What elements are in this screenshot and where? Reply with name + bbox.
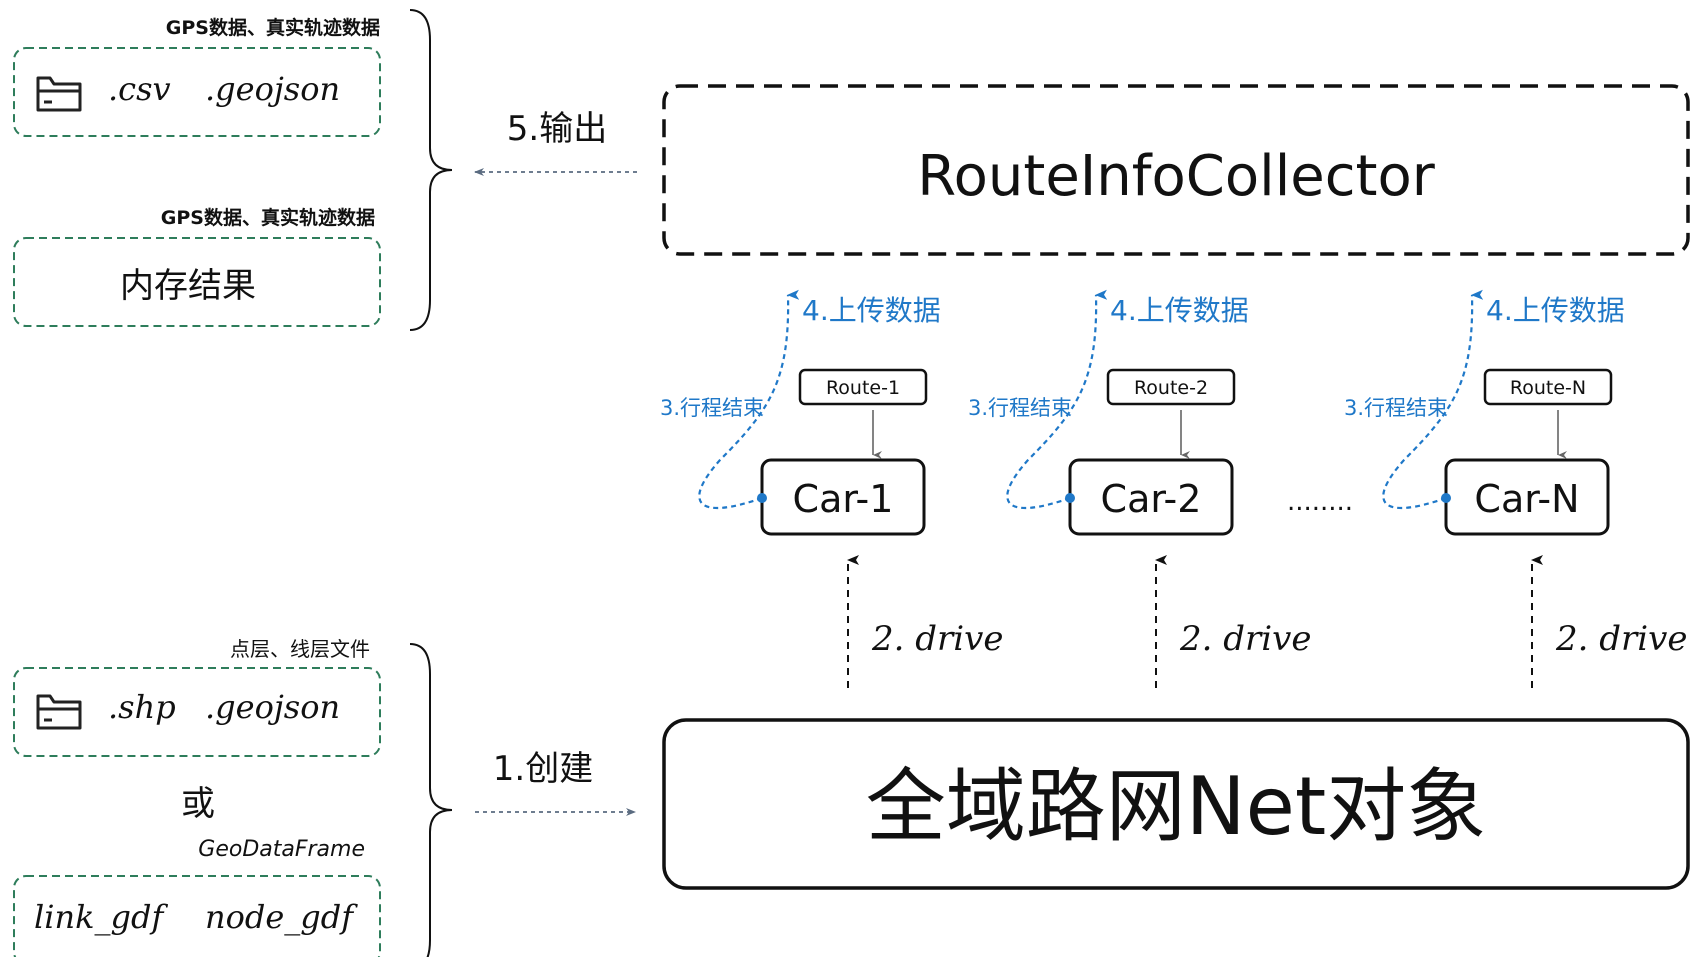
- node-gdf: node_gdf: [205, 898, 358, 936]
- memory-result-label: 内存结果: [120, 266, 256, 306]
- car-label: Car-1: [793, 477, 894, 521]
- route-label: Route-N: [1510, 377, 1586, 399]
- upload-label: 4.上传数据: [802, 294, 941, 327]
- trip-end-label: 3.行程结束: [660, 396, 764, 420]
- create-label: 1.创建: [493, 749, 593, 789]
- brace-top: [409, 9, 453, 331]
- net-title: 全域路网Net对象: [866, 760, 1486, 853]
- car-group-1: Car-1 Route-1 3.行程结束 4.上传数据 2. drive: [660, 289, 1003, 688]
- drive-label: 2. drive: [1179, 619, 1311, 659]
- or-label: 或: [181, 784, 215, 824]
- trip-dot: [1065, 493, 1075, 503]
- route-label: Route-2: [1134, 377, 1208, 399]
- drive-label: 2. drive: [871, 619, 1003, 659]
- gdf-caption: GeoDataFrame: [198, 837, 365, 862]
- brace-bottom: [409, 643, 453, 957]
- car-label: Car-2: [1101, 477, 1202, 521]
- output-label: 5.输出: [507, 109, 607, 149]
- trip-end-label: 3.行程结束: [1344, 396, 1448, 420]
- route-label: Route-1: [826, 377, 900, 399]
- bottom-caption: 点层、线层文件: [230, 637, 370, 661]
- ext-csv: .csv: [108, 70, 171, 108]
- folder-icon: [36, 694, 82, 730]
- diagram-canvas: GPS数据、真实轨迹数据 .csv .geojson GPS数据、真实轨迹数据 …: [13, 9, 1690, 957]
- mid-caption: GPS数据、真实轨迹数据: [161, 206, 375, 229]
- top-caption: GPS数据、真实轨迹数据: [166, 16, 380, 39]
- trip-end-label: 3.行程结束: [968, 396, 1072, 420]
- trip-dot: [757, 493, 767, 503]
- upload-label: 4.上传数据: [1486, 294, 1625, 327]
- folder-icon: [36, 76, 82, 112]
- car-group-2: Car-2 Route-2 3.行程结束 4.上传数据 2. drive: [968, 289, 1311, 688]
- ellipsis: ........: [1287, 487, 1353, 517]
- car-group-n: Car-N Route-N 3.行程结束 4.上传数据 2. drive: [1344, 289, 1687, 688]
- trip-dot: [1441, 493, 1451, 503]
- ext-shp: .shp: [108, 688, 176, 726]
- link-gdf: link_gdf: [34, 898, 168, 936]
- ext-geojson-bottom: .geojson: [205, 688, 340, 726]
- ext-geojson-top: .geojson: [205, 70, 340, 108]
- drive-label: 2. drive: [1555, 619, 1687, 659]
- car-label: Car-N: [1474, 477, 1579, 521]
- collector-title: RouteInfoCollector: [917, 144, 1435, 209]
- upload-label: 4.上传数据: [1110, 294, 1249, 327]
